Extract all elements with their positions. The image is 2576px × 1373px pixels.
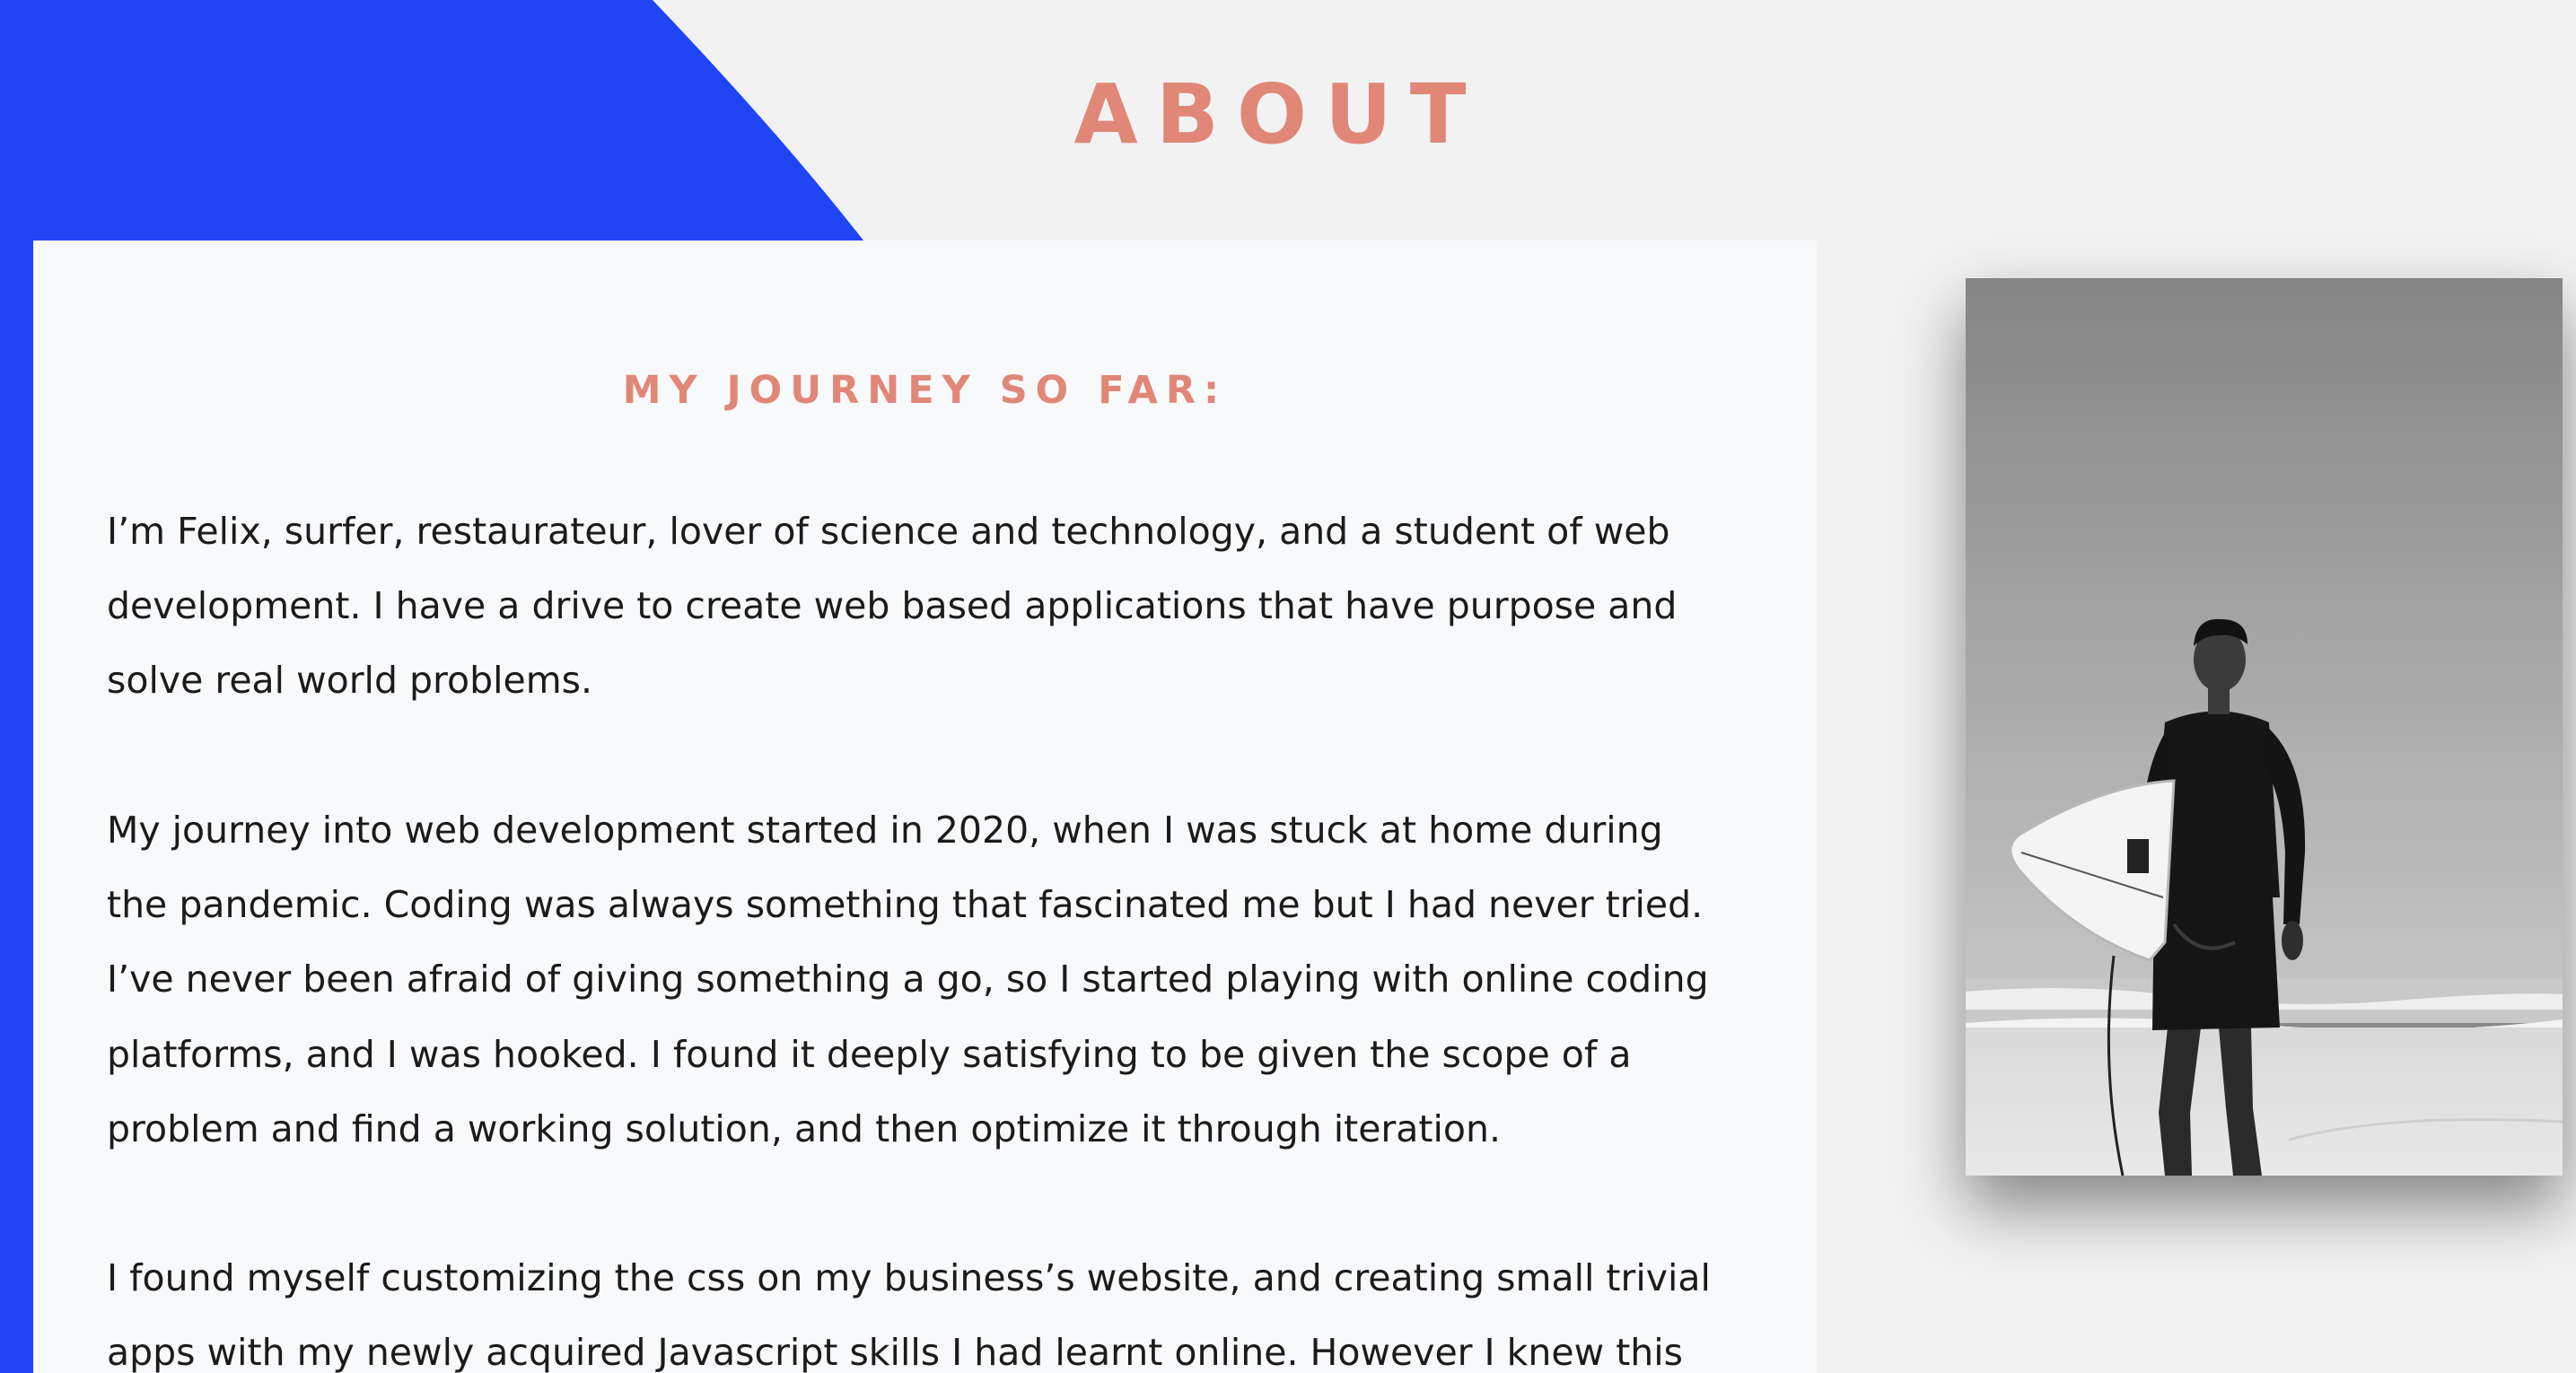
page-title: ABOUT [1073, 66, 1485, 162]
paragraph-line: solve real world problems. [107, 659, 593, 703]
intro-paragraph: I’m Felix, surfer, restaurateur, lover o… [107, 494, 1794, 719]
card-heading: MY JOURNEY SO FAR: [622, 368, 1228, 413]
profile-photo [1966, 278, 2563, 1176]
about-card: MY JOURNEY SO FAR: I’m Felix, surfer, re… [33, 240, 1817, 1373]
paragraph-line: development. I have a drive to create we… [107, 584, 1678, 628]
journey-paragraph: My journey into web development started … [107, 793, 1794, 1167]
paragraph-line: I’ve never been afraid of giving somethi… [107, 958, 1709, 1001]
paragraph-line: problem and find a working solution, and… [107, 1106, 1501, 1150]
paragraph-line: I found myself customizing the css on my… [107, 1256, 1711, 1299]
paragraph-line: I’m Felix, surfer, restaurateur, lover o… [107, 510, 1670, 553]
paragraph-line: the pandemic. Coding was always somethin… [107, 883, 1704, 927]
surfer-photo-illustration [1966, 278, 2563, 1176]
paragraph-line: platforms, and I was hooked. I found it … [107, 1032, 1632, 1076]
business-paragraph: I found myself customizing the css on my… [107, 1241, 1794, 1373]
paragraph-line: My journey into web development started … [107, 809, 1663, 852]
paragraph-line: apps with my newly acquired Javascript s… [107, 1331, 1684, 1373]
